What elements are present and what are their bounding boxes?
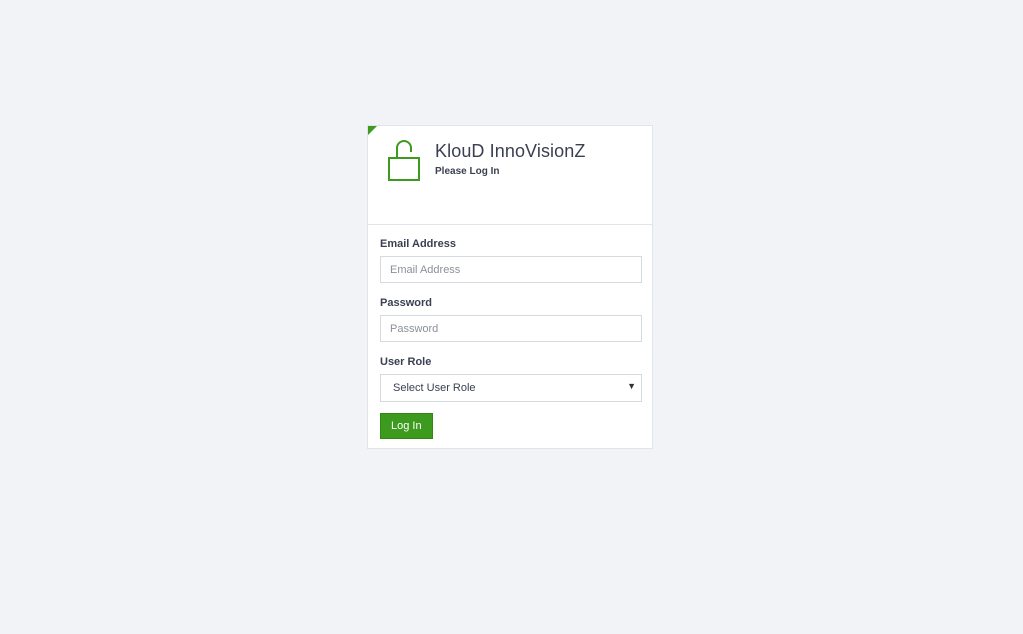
password-field[interactable] (380, 315, 642, 342)
caret-down-icon[interactable]: ▼ (627, 381, 636, 391)
email-field[interactable] (380, 256, 642, 283)
role-select[interactable]: Select User Role ▼ (380, 374, 642, 402)
role-label: User Role (380, 356, 432, 368)
unlocked-padlock-icon (388, 140, 420, 181)
role-group: User Role Select User Role ▼ (380, 355, 642, 402)
app-title: KlouD InnoVisionZ (435, 141, 586, 161)
login-card: KlouD InnoVisionZ Please Log In Email Ad… (367, 125, 653, 449)
login-subtitle: Please Log In (435, 166, 500, 177)
role-select-value[interactable]: Select User Role (380, 374, 642, 402)
email-label: Email Address (380, 238, 457, 250)
login-header: KlouD InnoVisionZ Please Log In (368, 126, 652, 225)
email-group: Email Address (380, 237, 642, 283)
login-form: Email Address Password User Role Select … (368, 225, 652, 439)
login-button[interactable]: Log In (380, 413, 433, 439)
password-group: Password (380, 296, 642, 342)
password-label: Password (380, 297, 432, 309)
